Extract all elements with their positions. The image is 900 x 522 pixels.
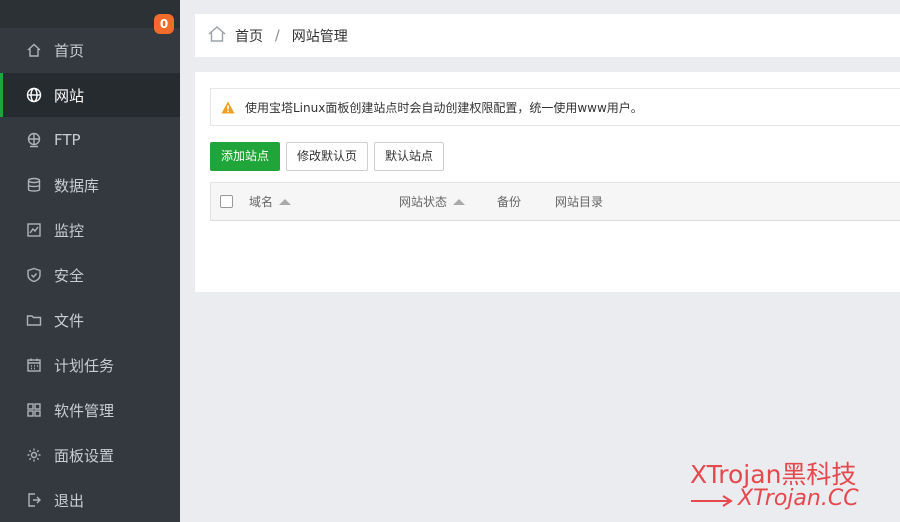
sidebar-item-label: 文件 xyxy=(54,311,85,330)
sidebar-item-label: 面板设置 xyxy=(54,446,115,465)
sidebar: 0 首页 网站 FTP 数据库 监控 安全 文件 计划任务 软件管理 面板设置 xyxy=(0,0,180,522)
select-all-checkbox[interactable] xyxy=(220,195,233,208)
add-site-button[interactable]: 添加站点 xyxy=(210,142,281,171)
database-icon xyxy=(26,177,42,193)
sidebar-item-security[interactable]: 安全 xyxy=(0,253,180,297)
notice-bar: 使用宝塔Linux面板创建站点时会自动创建权限配置，统一使用www用户。 xyxy=(210,88,900,126)
monitor-icon xyxy=(26,222,42,238)
sidebar-item-label: 数据库 xyxy=(54,176,100,195)
sidebar-item-home[interactable]: 首页 xyxy=(0,28,180,72)
sort-up-icon[interactable] xyxy=(453,199,466,205)
sidebar-item-label: 计划任务 xyxy=(54,356,115,375)
column-status[interactable]: 网站状态 xyxy=(399,183,466,221)
sidebar-item-label: 监控 xyxy=(54,221,85,240)
column-directory: 网站目录 xyxy=(555,183,603,221)
sidebar-item-label: 网站 xyxy=(54,86,85,105)
sidebar-item-label: 退出 xyxy=(54,491,85,510)
gear-icon xyxy=(26,447,42,463)
column-domain[interactable]: 域名 xyxy=(249,183,292,221)
column-backup: 备份 xyxy=(497,183,521,221)
sidebar-item-monitor[interactable]: 监控 xyxy=(0,208,180,252)
sidebar-item-ftp[interactable]: FTP xyxy=(0,118,180,162)
modify-default-page-button[interactable]: 修改默认页 xyxy=(286,142,369,171)
column-domain-label: 域名 xyxy=(249,195,274,209)
default-site-button[interactable]: 默认站点 xyxy=(374,142,445,171)
sidebar-item-database[interactable]: 数据库 xyxy=(0,163,180,207)
site-table-header: 域名 网站状态 备份 网站目录 xyxy=(210,182,900,221)
sidebar-item-settings[interactable]: 面板设置 xyxy=(0,433,180,477)
toolbar: 添加站点 修改默认页 默认站点 xyxy=(210,142,450,171)
warning-icon xyxy=(221,101,235,114)
sidebar-item-cron[interactable]: 计划任务 xyxy=(0,343,180,387)
sidebar-item-label: 首页 xyxy=(54,41,85,60)
sidebar-item-software[interactable]: 软件管理 xyxy=(0,388,180,432)
arrow-right-icon xyxy=(691,495,733,507)
logout-icon xyxy=(26,492,42,508)
sort-up-icon[interactable] xyxy=(279,199,292,205)
ftp-icon xyxy=(26,132,42,148)
apps-icon xyxy=(26,402,42,418)
column-directory-label: 网站目录 xyxy=(555,195,604,209)
breadcrumb: 首页 / 网站管理 xyxy=(195,14,900,57)
folder-icon xyxy=(26,312,42,328)
home-icon xyxy=(26,42,42,58)
column-status-label: 网站状态 xyxy=(399,195,448,209)
sidebar-item-label: FTP xyxy=(54,131,81,149)
breadcrumb-current: 网站管理 xyxy=(291,28,348,45)
sidebar-item-logout[interactable]: 退出 xyxy=(0,478,180,522)
watermark-url: XTrojan.CC xyxy=(738,486,859,511)
sidebar-item-label: 安全 xyxy=(54,266,85,285)
sidebar-top xyxy=(0,0,180,28)
sidebar-item-website[interactable]: 网站 xyxy=(0,73,180,117)
column-backup-label: 备份 xyxy=(497,195,522,209)
breadcrumb-home[interactable]: 首页 xyxy=(235,26,263,46)
globe-icon xyxy=(26,87,42,103)
sidebar-item-files[interactable]: 文件 xyxy=(0,298,180,342)
breadcrumb-separator: / xyxy=(275,27,280,44)
notice-text: 使用宝塔Linux面板创建站点时会自动创建权限配置，统一使用www用户。 xyxy=(245,100,643,115)
main-panel: 使用宝塔Linux面板创建站点时会自动创建权限配置，统一使用www用户。 添加站… xyxy=(195,72,900,292)
home-icon[interactable] xyxy=(207,24,227,48)
calendar-icon xyxy=(26,357,42,373)
shield-icon xyxy=(26,267,42,283)
sidebar-item-label: 软件管理 xyxy=(54,401,115,420)
